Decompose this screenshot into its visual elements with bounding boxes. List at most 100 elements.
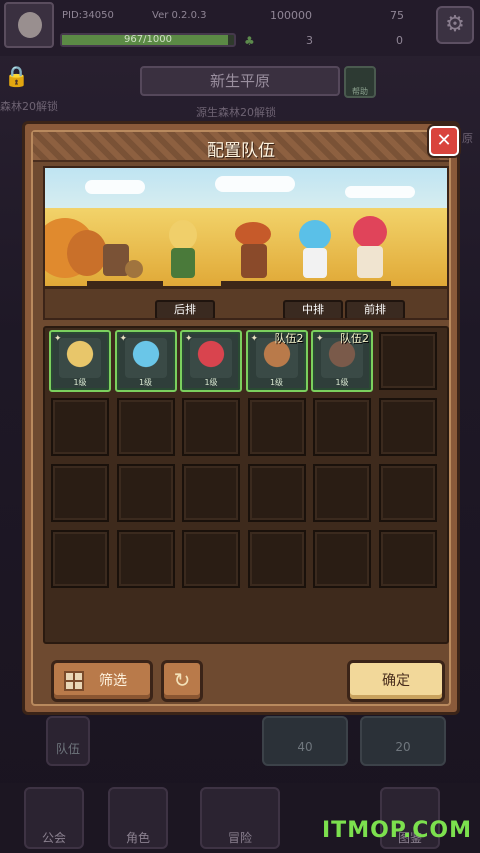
hero-sprite-backpack — [99, 236, 145, 280]
sprite-part — [353, 216, 387, 248]
row-label-front: 前排 — [345, 300, 405, 318]
empty-slot[interactable] — [378, 464, 437, 522]
confirm-button[interactable]: 确定 — [347, 660, 445, 702]
gem-count: 75 — [390, 9, 404, 22]
hero-card[interactable]: ✦ 1级 队伍2 — [311, 330, 373, 392]
help-label: 帮助 — [352, 87, 368, 96]
bg-card-2: 20 — [360, 716, 446, 766]
settings-button[interactable]: ⚙ — [436, 6, 474, 44]
game-version: Ver 0.2.0.3 — [152, 10, 207, 21]
dialog-header: 配置队伍 — [33, 132, 449, 162]
bg-card-value: 20 — [395, 740, 411, 754]
team-config-dialog: 配置队伍 后排 中排 前排 ✦ 1级 ✦ 1级 ✦ 1级 ✦ 1级 队伍2 ✦ … — [22, 121, 460, 715]
nav-adventure[interactable]: 冒险 — [200, 787, 280, 849]
hero-level: 1级 — [269, 378, 284, 387]
cloud — [345, 186, 415, 198]
hero-sprite-blonde — [163, 220, 203, 280]
gold-count: 100000 — [270, 9, 312, 22]
nav-label: 冒险 — [227, 831, 252, 845]
refresh-button[interactable]: ↻ — [161, 660, 203, 702]
close-icon: ✕ — [436, 130, 452, 151]
empty-slot[interactable] — [116, 530, 175, 588]
close-button[interactable]: ✕ — [429, 126, 459, 156]
empty-slot[interactable] — [313, 530, 371, 588]
status-bar: PID:34050 Ver 0.2.0.3 967/1000 ♣ 100000 … — [0, 0, 480, 56]
empty-slot[interactable] — [51, 464, 109, 522]
class-icon: ✦ — [185, 334, 193, 344]
empty-slot[interactable] — [313, 464, 371, 522]
nav-label: 公会 — [41, 831, 66, 845]
empty-slot[interactable] — [116, 464, 175, 522]
hero-portrait — [124, 338, 167, 378]
formation-scene: 后排 中排 前排 — [43, 166, 449, 320]
sprite-part — [171, 248, 195, 278]
sprite-part — [241, 244, 267, 278]
class-icon: ✦ — [119, 334, 128, 344]
class-icon: ✦ — [54, 334, 62, 344]
empty-slot[interactable] — [378, 332, 437, 390]
hero-sprite-hat — [231, 222, 277, 280]
game-screen: PID:34050 Ver 0.2.0.3 967/1000 ♣ 100000 … — [0, 0, 480, 853]
nav-character[interactable]: 角色 — [108, 787, 168, 849]
platform — [221, 281, 391, 287]
bg-team-label: 队伍 — [55, 742, 80, 756]
empty-slot[interactable] — [378, 530, 437, 588]
empty-slot[interactable] — [247, 530, 306, 588]
row-label-middle: 中排 — [283, 300, 343, 318]
experience-bar: 967/1000 — [60, 33, 236, 47]
empty-slot[interactable] — [313, 398, 371, 456]
player-avatar[interactable] — [4, 2, 54, 48]
nav-label: 角色 — [125, 831, 150, 845]
empty-slot[interactable] — [51, 530, 109, 588]
hero-level: 1级 — [335, 378, 349, 387]
help-button[interactable]: 帮助 — [344, 66, 376, 98]
empty-slot[interactable] — [51, 398, 109, 456]
nav-guild[interactable]: 公会 — [24, 787, 84, 849]
sprite-part — [303, 248, 327, 278]
sprite-part — [357, 246, 383, 278]
right-hint: 原 — [462, 132, 473, 145]
hero-sprite-bluecat — [295, 220, 335, 280]
bg-card-value: 40 — [297, 740, 313, 754]
class-icon: ✦ — [250, 334, 259, 344]
empty-slot[interactable] — [378, 398, 437, 456]
item-a-count: 3 — [306, 34, 313, 47]
gear-icon: ⚙ — [445, 12, 465, 37]
hero-card[interactable]: ✦ 1级 — [49, 330, 111, 392]
class-icon: ✦ — [316, 334, 324, 344]
sprite-part — [169, 220, 197, 250]
sprite-part — [299, 220, 331, 250]
dialog-body: 配置队伍 后排 中排 前排 ✦ 1级 ✦ 1级 ✦ 1级 ✦ 1级 队伍2 ✦ … — [31, 130, 451, 706]
hero-portrait — [59, 338, 101, 378]
clover-icon: ♣ — [244, 34, 255, 48]
hero-card[interactable]: ✦ 1级 队伍2 — [245, 330, 308, 392]
hero-level: 1级 — [204, 378, 218, 387]
dialog-title: 配置队伍 — [207, 141, 275, 161]
empty-slot[interactable] — [182, 464, 240, 522]
experience-text: 967/1000 — [124, 34, 172, 45]
sprite-part — [125, 260, 143, 278]
empty-slot[interactable] — [247, 398, 306, 456]
lock-icon: 🔒 — [4, 64, 29, 88]
empty-slot[interactable] — [116, 398, 175, 456]
grid-icon — [64, 671, 84, 691]
sprite-part — [235, 222, 271, 246]
hero-card[interactable]: ✦ 1级 — [114, 330, 177, 392]
cloud — [85, 180, 145, 194]
platform — [87, 281, 163, 287]
refresh-icon: ↻ — [173, 668, 191, 692]
empty-slot[interactable] — [182, 530, 240, 588]
stage-hint: 源生森林20解锁 — [196, 106, 276, 119]
watermark: ITMOP.COM — [322, 818, 472, 843]
bg-card-1: 40 — [262, 716, 348, 766]
player-id: PID:34050 — [62, 10, 114, 21]
bg-team-tab: 队伍 — [46, 716, 90, 766]
row-label-back: 后排 — [155, 300, 215, 318]
hero-portrait — [190, 338, 232, 378]
empty-slot[interactable] — [182, 398, 240, 456]
hero-card[interactable]: ✦ 1级 — [180, 330, 242, 392]
filter-button[interactable]: 筛选 — [51, 660, 153, 702]
filter-label: 筛选 — [99, 673, 127, 689]
empty-slot[interactable] — [247, 464, 306, 522]
hero-level: 1级 — [73, 378, 87, 387]
